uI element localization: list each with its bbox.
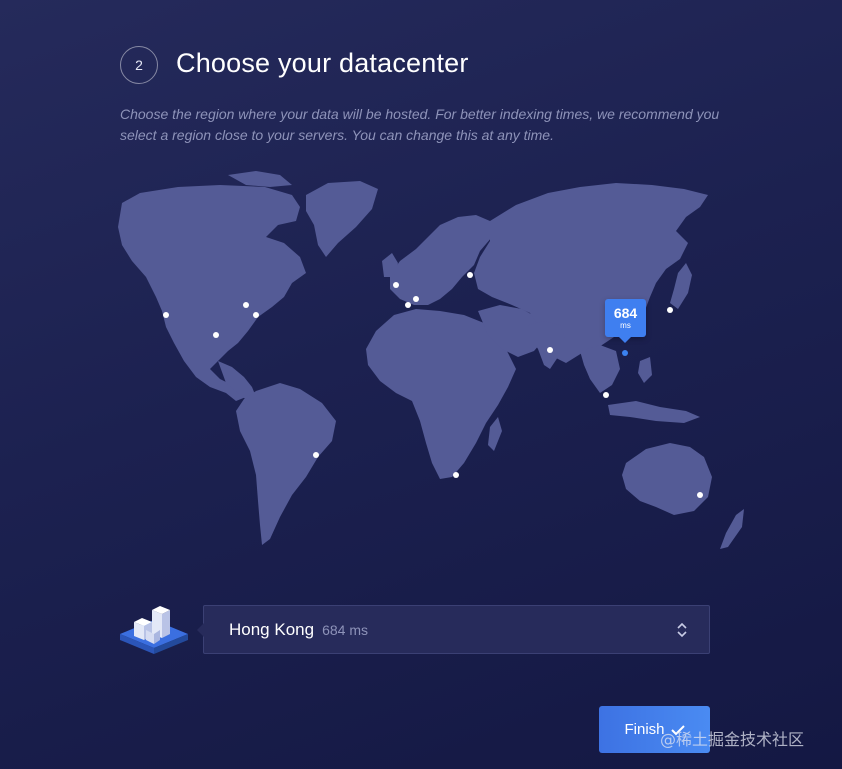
datacenter-dot[interactable] xyxy=(467,272,473,278)
datacenter-select[interactable]: Hong Kong 684 ms xyxy=(197,605,710,654)
datacenter-dot[interactable] xyxy=(453,472,459,478)
selected-datacenter-latency: 684 ms xyxy=(322,621,368,638)
datacenter-dot[interactable] xyxy=(603,392,609,398)
watermark: @稀土掘金技术社区 xyxy=(660,730,805,749)
datacenter-dot[interactable] xyxy=(547,347,553,353)
datacenter-buildings-icon xyxy=(120,606,188,654)
world-map[interactable] xyxy=(60,165,780,565)
new-zealand-landmass xyxy=(720,509,744,549)
step-number-badge: 2 xyxy=(120,46,158,84)
datacenter-dot[interactable] xyxy=(243,302,249,308)
datacenter-dot-selected[interactable] xyxy=(622,350,628,356)
north-america-landmass xyxy=(118,185,306,401)
up-down-chevron-icon[interactable] xyxy=(675,620,689,640)
datacenter-dot[interactable] xyxy=(213,332,219,338)
step-number: 2 xyxy=(135,57,143,73)
datacenter-dot[interactable] xyxy=(163,312,169,318)
datacenter-dot[interactable] xyxy=(253,312,259,318)
philippines-landmass xyxy=(638,357,652,383)
indonesia-landmass xyxy=(608,401,700,423)
south-america-landmass xyxy=(236,383,336,545)
datacenter-dot[interactable] xyxy=(405,302,411,308)
greenland-landmass xyxy=(306,181,378,257)
page-description: Choose the region where your data will b… xyxy=(120,106,720,143)
madagascar-landmass xyxy=(488,417,502,451)
finish-button-label: Finish xyxy=(624,721,665,738)
southeast-asia-landmass xyxy=(580,345,620,393)
datacenter-dot[interactable] xyxy=(667,307,673,313)
latency-value: 684 xyxy=(613,304,638,321)
europe-landmass xyxy=(390,215,492,305)
selected-datacenter-name: Hong Kong xyxy=(229,619,315,639)
japan-landmass xyxy=(670,263,692,309)
datacenter-dot[interactable] xyxy=(393,282,399,288)
page-title: Choose your datacenter xyxy=(176,48,469,78)
latency-unit: ms xyxy=(620,320,631,330)
latency-tooltip: 684 ms xyxy=(605,299,646,343)
australia-landmass xyxy=(622,443,712,515)
datacenter-dot[interactable] xyxy=(413,296,419,302)
datacenter-dot[interactable] xyxy=(697,492,703,498)
arctic-islands-landmass xyxy=(228,171,292,187)
datacenter-dot[interactable] xyxy=(313,452,319,458)
